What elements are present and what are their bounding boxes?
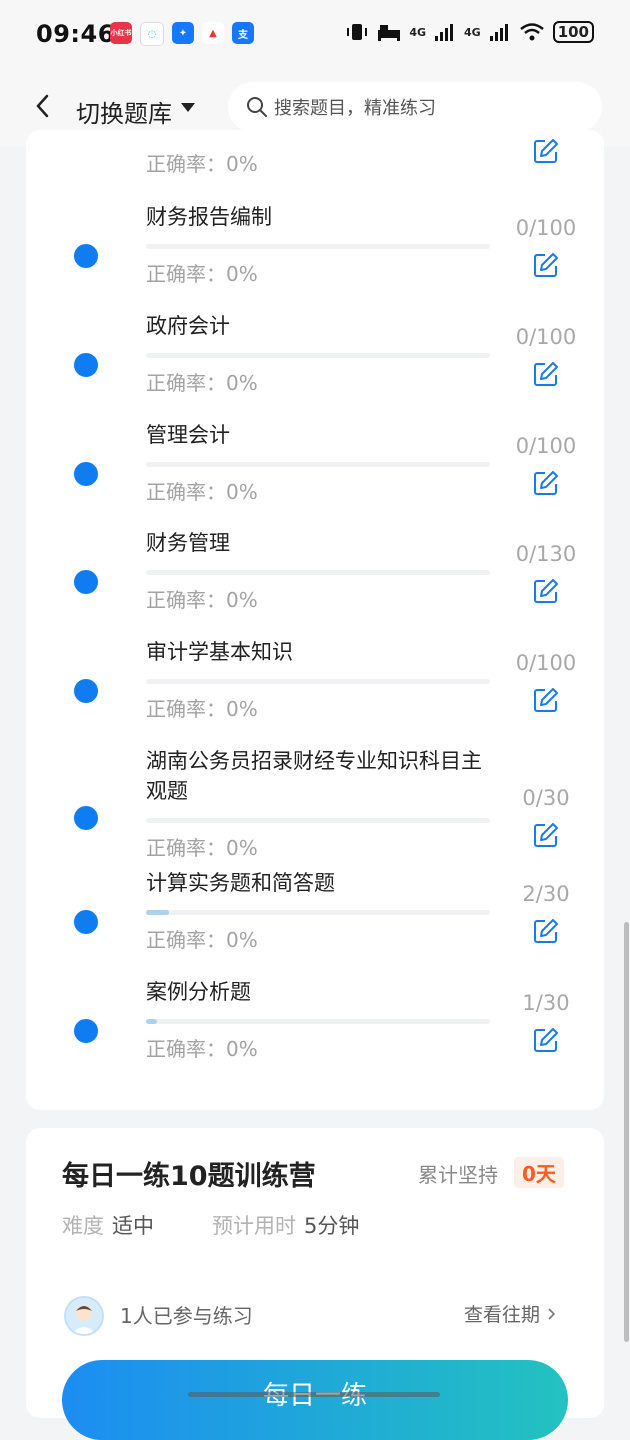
bed-icon	[378, 25, 401, 41]
question-count: 0/30	[522, 786, 570, 810]
time-label: 预计用时	[212, 1214, 296, 1238]
network-type-2: 4G	[464, 25, 481, 39]
scrollbar[interactable]	[624, 922, 629, 1342]
edit-icon[interactable]	[533, 918, 559, 944]
subject-title: 计算实务题和简答题	[146, 871, 335, 895]
edit-icon[interactable]	[533, 1027, 559, 1053]
camp-title: 每日一练10题训练营	[62, 1161, 316, 1192]
system-status: 4G 4G 100	[345, 21, 594, 43]
chevron-right-icon	[548, 1308, 556, 1320]
accuracy-text: 正确率：0%	[146, 371, 258, 395]
accuracy-text: 正确率：0%	[146, 480, 258, 504]
edit-icon[interactable]	[533, 252, 559, 278]
status-bar: 09:46 小红书 ◌ ✦ ▲ 支 4G 4G 100	[0, 0, 630, 70]
subject-list-card: 正确率：0% 财务报告编制 正确率：0% 0/100 政府会计 正确率：0% 0/100 管…	[26, 130, 604, 1110]
question-count: 2/30	[522, 882, 570, 906]
streak-label: 累计坚持	[418, 1163, 498, 1187]
accuracy-text: 正确率：0%	[146, 928, 258, 952]
switch-bank-label[interactable]: 切换题库	[76, 94, 172, 129]
progress-bar	[146, 1019, 490, 1024]
edit-icon[interactable]	[533, 138, 559, 164]
edit-icon[interactable]	[533, 361, 559, 387]
battery-indicator: 100	[552, 21, 594, 43]
streak-badge: 0天	[514, 1157, 564, 1188]
progress-bar	[146, 910, 490, 915]
edit-icon[interactable]	[533, 687, 559, 713]
estimated-time: 预计用时 5分钟	[212, 1210, 359, 1240]
daily-practice-button[interactable]: 每日一练	[62, 1360, 568, 1440]
search-icon	[247, 97, 267, 117]
status-dot	[74, 910, 98, 934]
progress-bar	[146, 679, 490, 684]
history-link[interactable]: 查看往期	[464, 1300, 558, 1327]
progress-bar	[146, 818, 490, 823]
back-arrow-icon[interactable]	[30, 92, 58, 120]
question-count: 0/100	[515, 434, 577, 458]
subject-title: 湖南公务员招录财经专业知识科目主观题	[146, 749, 482, 803]
notification-icons: 小红书 ◌ ✦ ▲ 支	[110, 22, 254, 46]
difficulty: 难度 适中	[62, 1210, 154, 1240]
signal-icon-1	[435, 24, 453, 41]
time-value: 5分钟	[304, 1214, 360, 1238]
user-avatar-icon	[72, 1305, 96, 1334]
status-dot	[74, 570, 98, 594]
triangle-app-icon: ▲	[202, 22, 224, 44]
accuracy-text: 正确率：0%	[146, 836, 258, 860]
progress-fill	[146, 1019, 158, 1024]
status-dot	[74, 679, 98, 703]
subject-title: 财务报告编制	[146, 205, 272, 229]
accuracy-text: 正确率：0%	[146, 697, 258, 721]
participants-text: 1人已参与练习	[120, 1304, 253, 1328]
question-count: 0/100	[515, 216, 577, 240]
question-count: 0/100	[515, 325, 577, 349]
status-dot	[74, 806, 98, 830]
subject-title: 审计学基本知识	[146, 640, 293, 664]
edit-icon[interactable]	[533, 578, 559, 604]
progress-bar	[146, 570, 490, 575]
accuracy-text: 正确率：0%	[146, 1037, 258, 1061]
subject-title: 政府会计	[146, 314, 230, 338]
search-placeholder: 搜索题目，精准练习	[274, 98, 436, 119]
progress-bar	[146, 353, 490, 358]
question-count: 0/130	[515, 542, 577, 566]
status-dot	[74, 244, 98, 268]
edit-icon[interactable]	[533, 470, 559, 496]
question-count: 0/100	[515, 651, 577, 675]
home-indicator[interactable]	[188, 1392, 440, 1397]
caret-down-icon[interactable]	[181, 103, 195, 112]
search-app-icon: ◌	[140, 22, 164, 46]
subject-title: 案例分析题	[146, 980, 251, 1004]
status-time: 09:46	[36, 20, 115, 48]
edit-icon[interactable]	[533, 822, 559, 848]
accuracy-text: 正确率：0%	[146, 152, 258, 176]
alipay-app-icon: 支	[232, 22, 254, 44]
list-item-partial: 正确率：0%	[26, 130, 604, 176]
difficulty-label: 难度	[62, 1214, 104, 1238]
subject-title: 财务管理	[146, 531, 230, 555]
history-link-label: 查看往期	[464, 1304, 541, 1326]
difficulty-value: 适中	[112, 1214, 154, 1238]
progress-fill	[146, 910, 170, 915]
network-type-1: 4G	[409, 25, 426, 39]
status-dot	[74, 1019, 98, 1043]
subject-title: 管理会计	[146, 423, 230, 447]
question-count: 1/30	[522, 991, 570, 1015]
progress-bar	[146, 462, 490, 467]
vibrate-icon	[347, 24, 368, 40]
wifi-icon	[519, 23, 544, 41]
progress-bar	[146, 244, 490, 249]
signal-icon-2	[489, 24, 508, 41]
avatar	[64, 1296, 104, 1336]
xiaohongshu-app-icon: 小红书	[110, 22, 132, 44]
search-bar[interactable]: 搜索题目，精准练习	[228, 82, 602, 132]
star-app-icon: ✦	[172, 22, 194, 44]
daily-camp-card: 每日一练10题训练营 累计坚持 0天 难度 适中 预计用时 5分钟 1人已参与练习 …	[26, 1128, 604, 1440]
status-dot	[74, 353, 98, 377]
status-dot	[74, 462, 98, 486]
accuracy-text: 正确率：0%	[146, 588, 258, 612]
accuracy-text: 正确率：0%	[146, 262, 258, 286]
